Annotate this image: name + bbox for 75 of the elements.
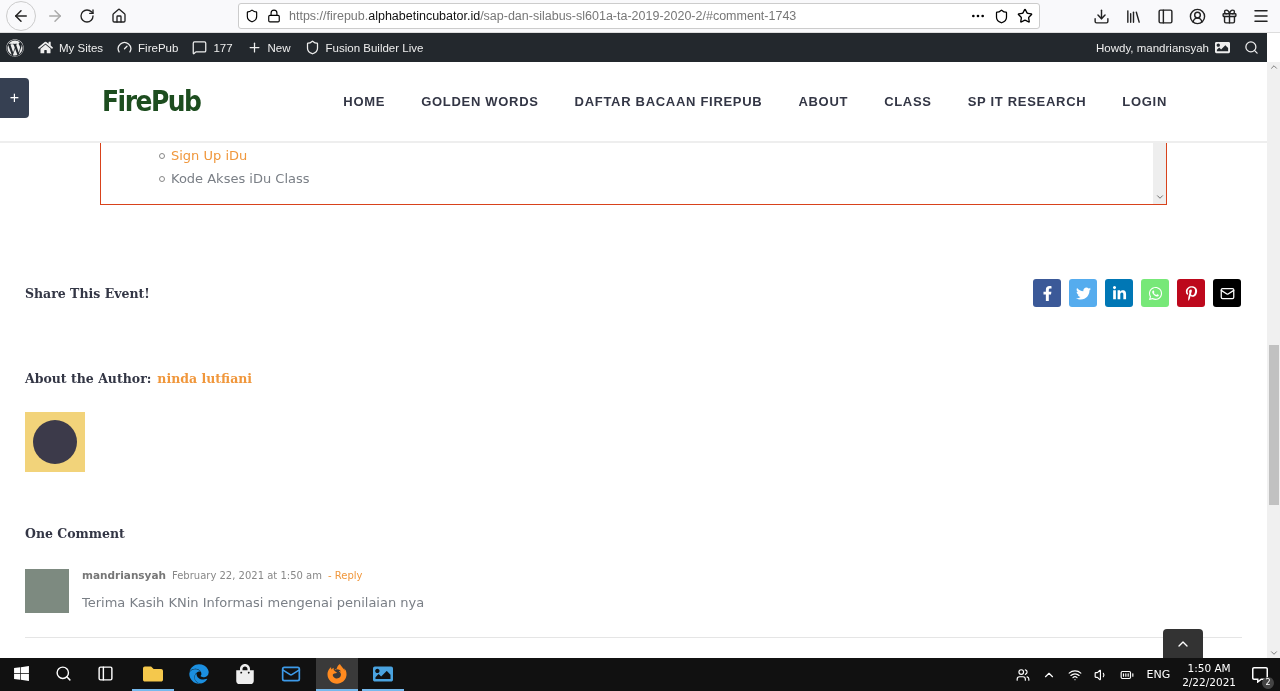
- photo-placeholder: [25, 569, 69, 613]
- wifi-icon[interactable]: [1068, 667, 1083, 682]
- notification-count: 2: [1262, 676, 1274, 689]
- message-icon: [1252, 666, 1268, 683]
- side-toggle-button[interactable]: +: [0, 78, 29, 118]
- language-indicator[interactable]: ENG: [1146, 668, 1171, 681]
- search-icon[interactable]: [1244, 40, 1259, 55]
- nav-link[interactable]: LOGIN: [1122, 94, 1167, 109]
- inner-scrollbar[interactable]: [1153, 143, 1166, 204]
- new-icon: [246, 40, 262, 55]
- search-icon: [54, 665, 72, 682]
- lock-icon: [267, 9, 281, 23]
- forward-arrow-icon: [46, 7, 64, 25]
- download-icon: [1092, 7, 1110, 25]
- notification-button[interactable]: 2: [1248, 662, 1272, 687]
- admin-bar-item[interactable]: New: [246, 40, 291, 55]
- sidebar-icon: [1156, 7, 1174, 25]
- nav-link[interactable]: ABOUT: [798, 94, 849, 109]
- linkedin-share-button[interactable]: [1105, 279, 1133, 307]
- nav-link[interactable]: DAFTAR BACAAN FIREPUB: [574, 94, 763, 109]
- reload-icon: [79, 8, 95, 24]
- pinterest-icon: [1183, 285, 1199, 301]
- nav-link[interactable]: HOME: [343, 94, 386, 109]
- firefox-taskbar-button[interactable]: [316, 658, 358, 691]
- library-icon: [1124, 7, 1142, 25]
- menu-text: Kode Akses iDu Class: [171, 171, 310, 186]
- nav-link[interactable]: SP IT RESEARCH: [967, 94, 1087, 109]
- address-bar[interactable]: https://firepub.alphabetincubator.id/sap-dan-silabus-sl601a-ta-2019-2020-2/#comment-1743: [238, 3, 1040, 29]
- greeting-link[interactable]: Howdy, mandriansyah: [1096, 40, 1230, 55]
- comment-text: Terima Kasih KNin Informasi mengenai penilaian nya: [82, 595, 425, 610]
- email-share-button[interactable]: [1213, 279, 1241, 307]
- facebook-share-button[interactable]: [1033, 279, 1061, 307]
- scrollbar-thumb[interactable]: [1268, 345, 1279, 505]
- dashboard-icon: [117, 40, 133, 55]
- site-logo[interactable]: FirePub: [102, 84, 201, 119]
- twitter-icon: [1075, 285, 1091, 301]
- comment-author: mandriansyah: [82, 569, 166, 581]
- page-scrollbar[interactable]: [1267, 62, 1280, 658]
- admin-bar-item[interactable]: FirePub: [117, 40, 179, 55]
- comment-date: February 22, 2021 at 1:50 am: [172, 570, 322, 581]
- chevron-down-icon: [1154, 192, 1165, 202]
- people-icon[interactable]: [1016, 667, 1031, 682]
- edge-icon: [189, 663, 209, 684]
- url-text: https://firepub.alphabetincubator.id/sap-dan-silabus-sl601a-ta-2019-2020-2/#comment-1743: [289, 9, 798, 23]
- chevron-up-icon: [1268, 62, 1279, 72]
- gift-icon: [1220, 7, 1238, 25]
- task-view-icon: [96, 665, 114, 682]
- comments-title: One Comment: [24, 525, 126, 541]
- windows-icon: [12, 665, 30, 682]
- store-icon: [235, 663, 255, 684]
- menu-icon: [1252, 7, 1270, 25]
- share-title: Share This Event!: [25, 285, 150, 301]
- comments-icon: [192, 40, 208, 55]
- author-label: About the Author:: [25, 371, 152, 386]
- pinterest-share-button[interactable]: [1177, 279, 1205, 307]
- nav-link[interactable]: CLASS: [884, 94, 932, 109]
- home-icon: [111, 8, 127, 24]
- firefox-icon: [327, 663, 347, 684]
- admin-bar-item[interactable]: 177: [192, 40, 233, 55]
- author-avatar: [25, 412, 85, 472]
- sites-icon: [38, 40, 53, 55]
- avatar-icon: [1215, 40, 1230, 55]
- admin-bar-item[interactable]: Fusion Builder Live: [304, 40, 424, 55]
- wordpress-icon[interactable]: [6, 38, 24, 57]
- scroll-top-button[interactable]: [1163, 629, 1203, 658]
- clock[interactable]: 1:50 AM 2/22/2021: [1182, 660, 1236, 689]
- user-icon: [1188, 7, 1206, 25]
- email-icon: [1219, 285, 1235, 301]
- chevron-down-icon: [1268, 648, 1279, 658]
- shield-icon: [245, 9, 259, 23]
- admin-bar-item[interactable]: My Sites: [38, 40, 104, 55]
- linkedin-icon: [1111, 285, 1127, 301]
- star-icon[interactable]: [1017, 8, 1033, 24]
- nav-link[interactable]: GOLDEN WORDS: [421, 94, 539, 109]
- whatsapp-icon: [1147, 285, 1163, 301]
